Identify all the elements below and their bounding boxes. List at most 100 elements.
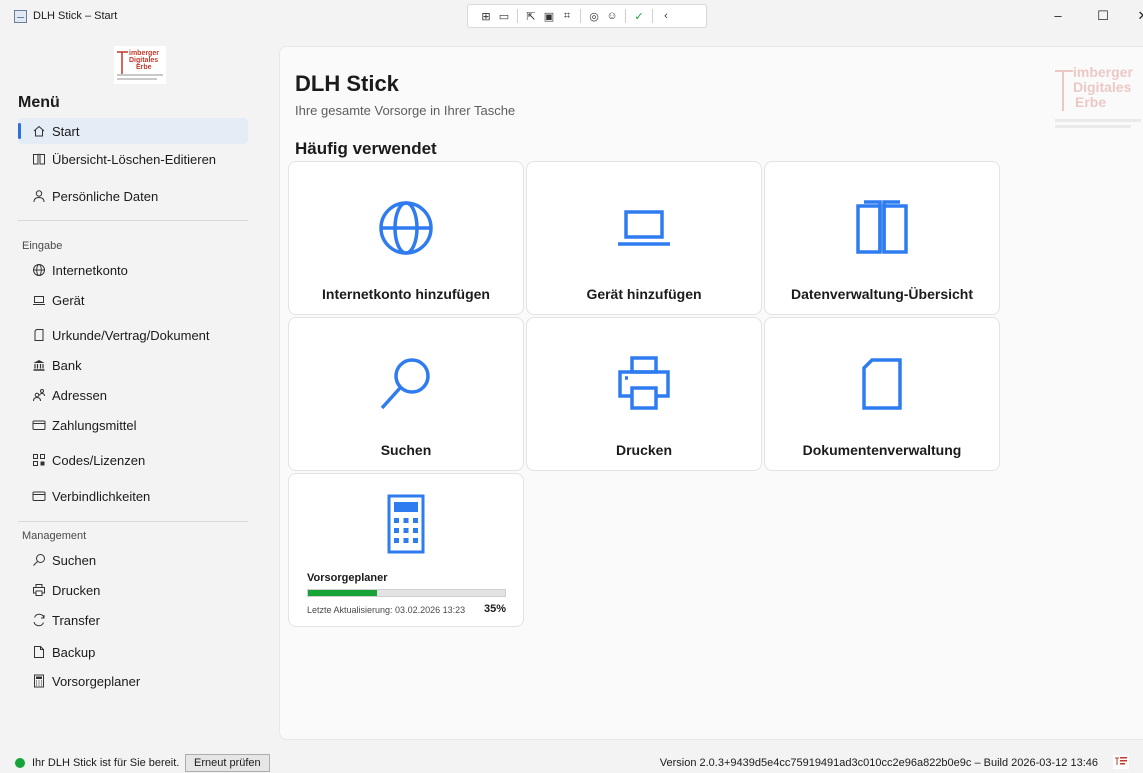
logo-line2: Digitales <box>129 57 158 64</box>
sidebar-divider <box>18 521 248 522</box>
status-ok-icon <box>15 758 25 768</box>
tile-add-internet-account[interactable]: Internetkonto hinzufügen <box>288 161 524 315</box>
logo-line3: Erbe <box>136 64 152 71</box>
sidebar-item-label: Codes/Lizenzen <box>52 452 146 468</box>
section-label-input: Eingabe <box>22 240 63 252</box>
tile-planner[interactable]: Vorsorgeplaner Letzte Aktualisierung: 03… <box>288 473 524 627</box>
toolbar-separator <box>625 9 626 23</box>
main-content: DLH Stick Ihre gesamte Vorsorge in Ihrer… <box>279 46 1143 740</box>
sidebar-item-device[interactable]: Gerät <box>18 287 248 313</box>
book-icon <box>765 198 999 258</box>
tile-add-device[interactable]: Gerät hinzufügen <box>526 161 762 315</box>
close-button[interactable]: ✕ <box>1133 8 1143 24</box>
sidebar-item-backup[interactable]: Backup <box>18 639 248 665</box>
recheck-button[interactable]: Erneut prüfen <box>185 754 270 772</box>
sidebar-item-addresses[interactable]: Adressen <box>18 382 248 408</box>
document-icon <box>765 354 999 414</box>
tile-print[interactable]: Drucken <box>526 317 762 471</box>
status-bar: Ihr DLH Stick ist für Sie bereit. Erneut… <box>0 752 1143 773</box>
select-element-icon[interactable]: ⇱ <box>523 8 539 24</box>
sidebar-item-label: Internetkonto <box>52 262 128 278</box>
tile-document-management[interactable]: Dokumentenverwaltung <box>764 317 1000 471</box>
toolbar-separator <box>652 9 653 23</box>
sidebar-item-label: Bank <box>52 357 82 373</box>
globe-icon <box>289 198 523 258</box>
window-title: DLH Stick – Start <box>33 10 118 22</box>
sidebar: imberger Digitales Erbe Menü Start Übers… <box>0 34 262 752</box>
tile-data-overview[interactable]: Datenverwaltung-Übersicht <box>764 161 1000 315</box>
maximize-button[interactable]: ☐ <box>1093 8 1113 24</box>
sidebar-item-label: Zahlungsmittel <box>52 417 137 433</box>
tile-label: Drucken <box>615 442 673 458</box>
printer-icon <box>527 354 761 414</box>
sidebar-item-planner[interactable]: Vorsorgeplaner <box>18 668 248 694</box>
record-icon[interactable]: ▭ <box>496 8 512 24</box>
menu-title: Menü <box>18 94 60 111</box>
sidebar-item-liabilities[interactable]: Verbindlichkeiten <box>18 483 248 509</box>
sidebar-item-personal-data[interactable]: Persönliche Daten <box>18 183 248 209</box>
watermark-line1: imberger <box>1073 64 1133 80</box>
sidebar-item-label: Start <box>52 123 80 139</box>
check-icon[interactable]: ✓ <box>631 8 647 24</box>
sidebar-item-document[interactable]: Urkunde/Vertrag/Dokument <box>18 322 248 348</box>
accessibility-icon[interactable]: ☺ <box>604 8 620 24</box>
title-bar: DLH Stick – Start ⊞ ▭ ⇱ ▣ ⌗ ◎ ☺ ✓ ‹ – ☐ … <box>0 0 1143 34</box>
live-tree-icon[interactable]: ⊞ <box>478 8 494 24</box>
calculator-icon <box>32 674 46 688</box>
sidebar-item-label: Übersicht-Löschen-Editieren <box>52 151 217 167</box>
sync-icon <box>32 613 46 627</box>
minimize-button[interactable]: – <box>1048 8 1068 23</box>
planner-progress-bar <box>307 589 506 597</box>
laptop-icon <box>527 198 761 258</box>
sidebar-item-transfer[interactable]: Transfer <box>18 607 248 633</box>
sidebar-item-print[interactable]: Drucken <box>18 577 248 603</box>
search-icon <box>32 553 46 567</box>
tile-label: Datenverwaltung-Übersicht <box>790 286 974 302</box>
sidebar-item-overview[interactable]: Übersicht-Löschen-Editieren <box>18 146 248 172</box>
sidebar-item-label: Adressen <box>52 387 107 403</box>
section-label-management: Management <box>22 530 87 542</box>
page-title: DLH Stick <box>295 71 399 96</box>
laptop-icon <box>32 293 46 307</box>
sidebar-item-label: Verbindlichkeiten <box>52 488 151 504</box>
track-focus-icon[interactable]: ⌗ <box>559 8 575 24</box>
search-icon <box>289 354 523 414</box>
status-text: Ihr DLH Stick ist für Sie bereit. <box>32 757 180 769</box>
planner-label: Vorsorgeplaner <box>307 572 388 584</box>
watermark-line3: Erbe <box>1075 94 1106 110</box>
brand-logo: imberger Digitales Erbe <box>114 46 166 84</box>
book-icon <box>32 152 46 166</box>
sidebar-item-bank[interactable]: Bank <box>18 352 248 378</box>
planner-last-updated: Letzte Aktualisierung: 03.02.2026 13:23 <box>307 605 466 615</box>
card-icon <box>32 489 46 503</box>
sidebar-item-search[interactable]: Suchen <box>18 547 248 573</box>
binding-icon[interactable]: ◎ <box>586 8 602 24</box>
contacts-icon <box>32 388 46 402</box>
tile-label: Dokumentenverwaltung <box>802 442 962 458</box>
display-layout-icon[interactable]: ▣ <box>541 8 557 24</box>
sidebar-item-label: Transfer <box>52 612 100 628</box>
logo-line1: imberger <box>129 50 159 57</box>
sidebar-item-codes[interactable]: Codes/Lizenzen <box>18 447 248 473</box>
document-icon <box>32 328 46 342</box>
toolbar-separator <box>517 9 518 23</box>
file-icon <box>32 645 46 659</box>
toolbar-separator <box>580 9 581 23</box>
sidebar-item-internet-account[interactable]: Internetkonto <box>18 257 248 283</box>
sidebar-item-payment[interactable]: Zahlungsmittel <box>18 412 248 438</box>
app-icon <box>14 10 27 23</box>
planner-progress-fill <box>308 590 377 596</box>
sidebar-item-label: Drucken <box>52 582 101 598</box>
sidebar-item-label: Suchen <box>52 552 97 568</box>
sidebar-item-start[interactable]: Start <box>18 118 248 144</box>
bank-icon <box>32 358 46 372</box>
debug-toolbar: ⊞ ▭ ⇱ ▣ ⌗ ◎ ☺ ✓ ‹ <box>467 4 707 28</box>
tile-label: Internetkonto hinzufügen <box>322 286 490 302</box>
sidebar-divider <box>18 220 248 221</box>
tile-label: Gerät hinzufügen <box>586 286 702 302</box>
qr-code-icon <box>32 453 46 467</box>
tile-search[interactable]: Suchen <box>288 317 524 471</box>
printer-icon <box>32 583 46 597</box>
collapse-icon[interactable]: ‹ <box>658 8 674 24</box>
planner-percent: 35% <box>484 603 507 615</box>
